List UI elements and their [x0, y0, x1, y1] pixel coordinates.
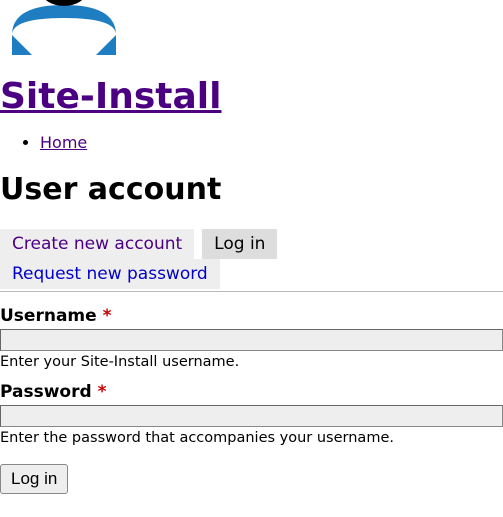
username-input[interactable]: [0, 329, 503, 351]
tab-request-password[interactable]: Request new password: [0, 259, 220, 289]
breadcrumb-item: Home: [40, 133, 503, 152]
password-label-text: Password: [0, 382, 92, 402]
site-title: Site-Install: [0, 76, 503, 117]
page-title: User account: [0, 172, 503, 207]
site-title-link[interactable]: Site-Install: [0, 76, 221, 117]
username-label-text: Username: [0, 306, 97, 326]
login-button[interactable]: Log in: [0, 464, 68, 494]
breadcrumb-home-link[interactable]: Home: [40, 133, 87, 152]
tabs: Create new account Log in Request new pa…: [0, 229, 503, 292]
breadcrumb: Home: [0, 133, 503, 152]
tab-create-account[interactable]: Create new account: [0, 229, 194, 259]
username-description: Enter your Site-Install username.: [0, 354, 503, 370]
password-field-wrapper: Password * Enter the password that accom…: [0, 382, 503, 446]
password-input[interactable]: [0, 405, 503, 427]
password-description: Enter the password that accompanies your…: [0, 430, 503, 446]
required-marker: *: [98, 382, 107, 402]
tab-login[interactable]: Log in: [202, 229, 277, 259]
site-logo: [4, 0, 503, 66]
username-field-wrapper: Username * Enter your Site-Install usern…: [0, 306, 503, 370]
login-form: Username * Enter your Site-Install usern…: [0, 306, 503, 494]
username-label: Username *: [0, 306, 503, 326]
required-marker: *: [103, 306, 112, 326]
password-label: Password *: [0, 382, 503, 402]
